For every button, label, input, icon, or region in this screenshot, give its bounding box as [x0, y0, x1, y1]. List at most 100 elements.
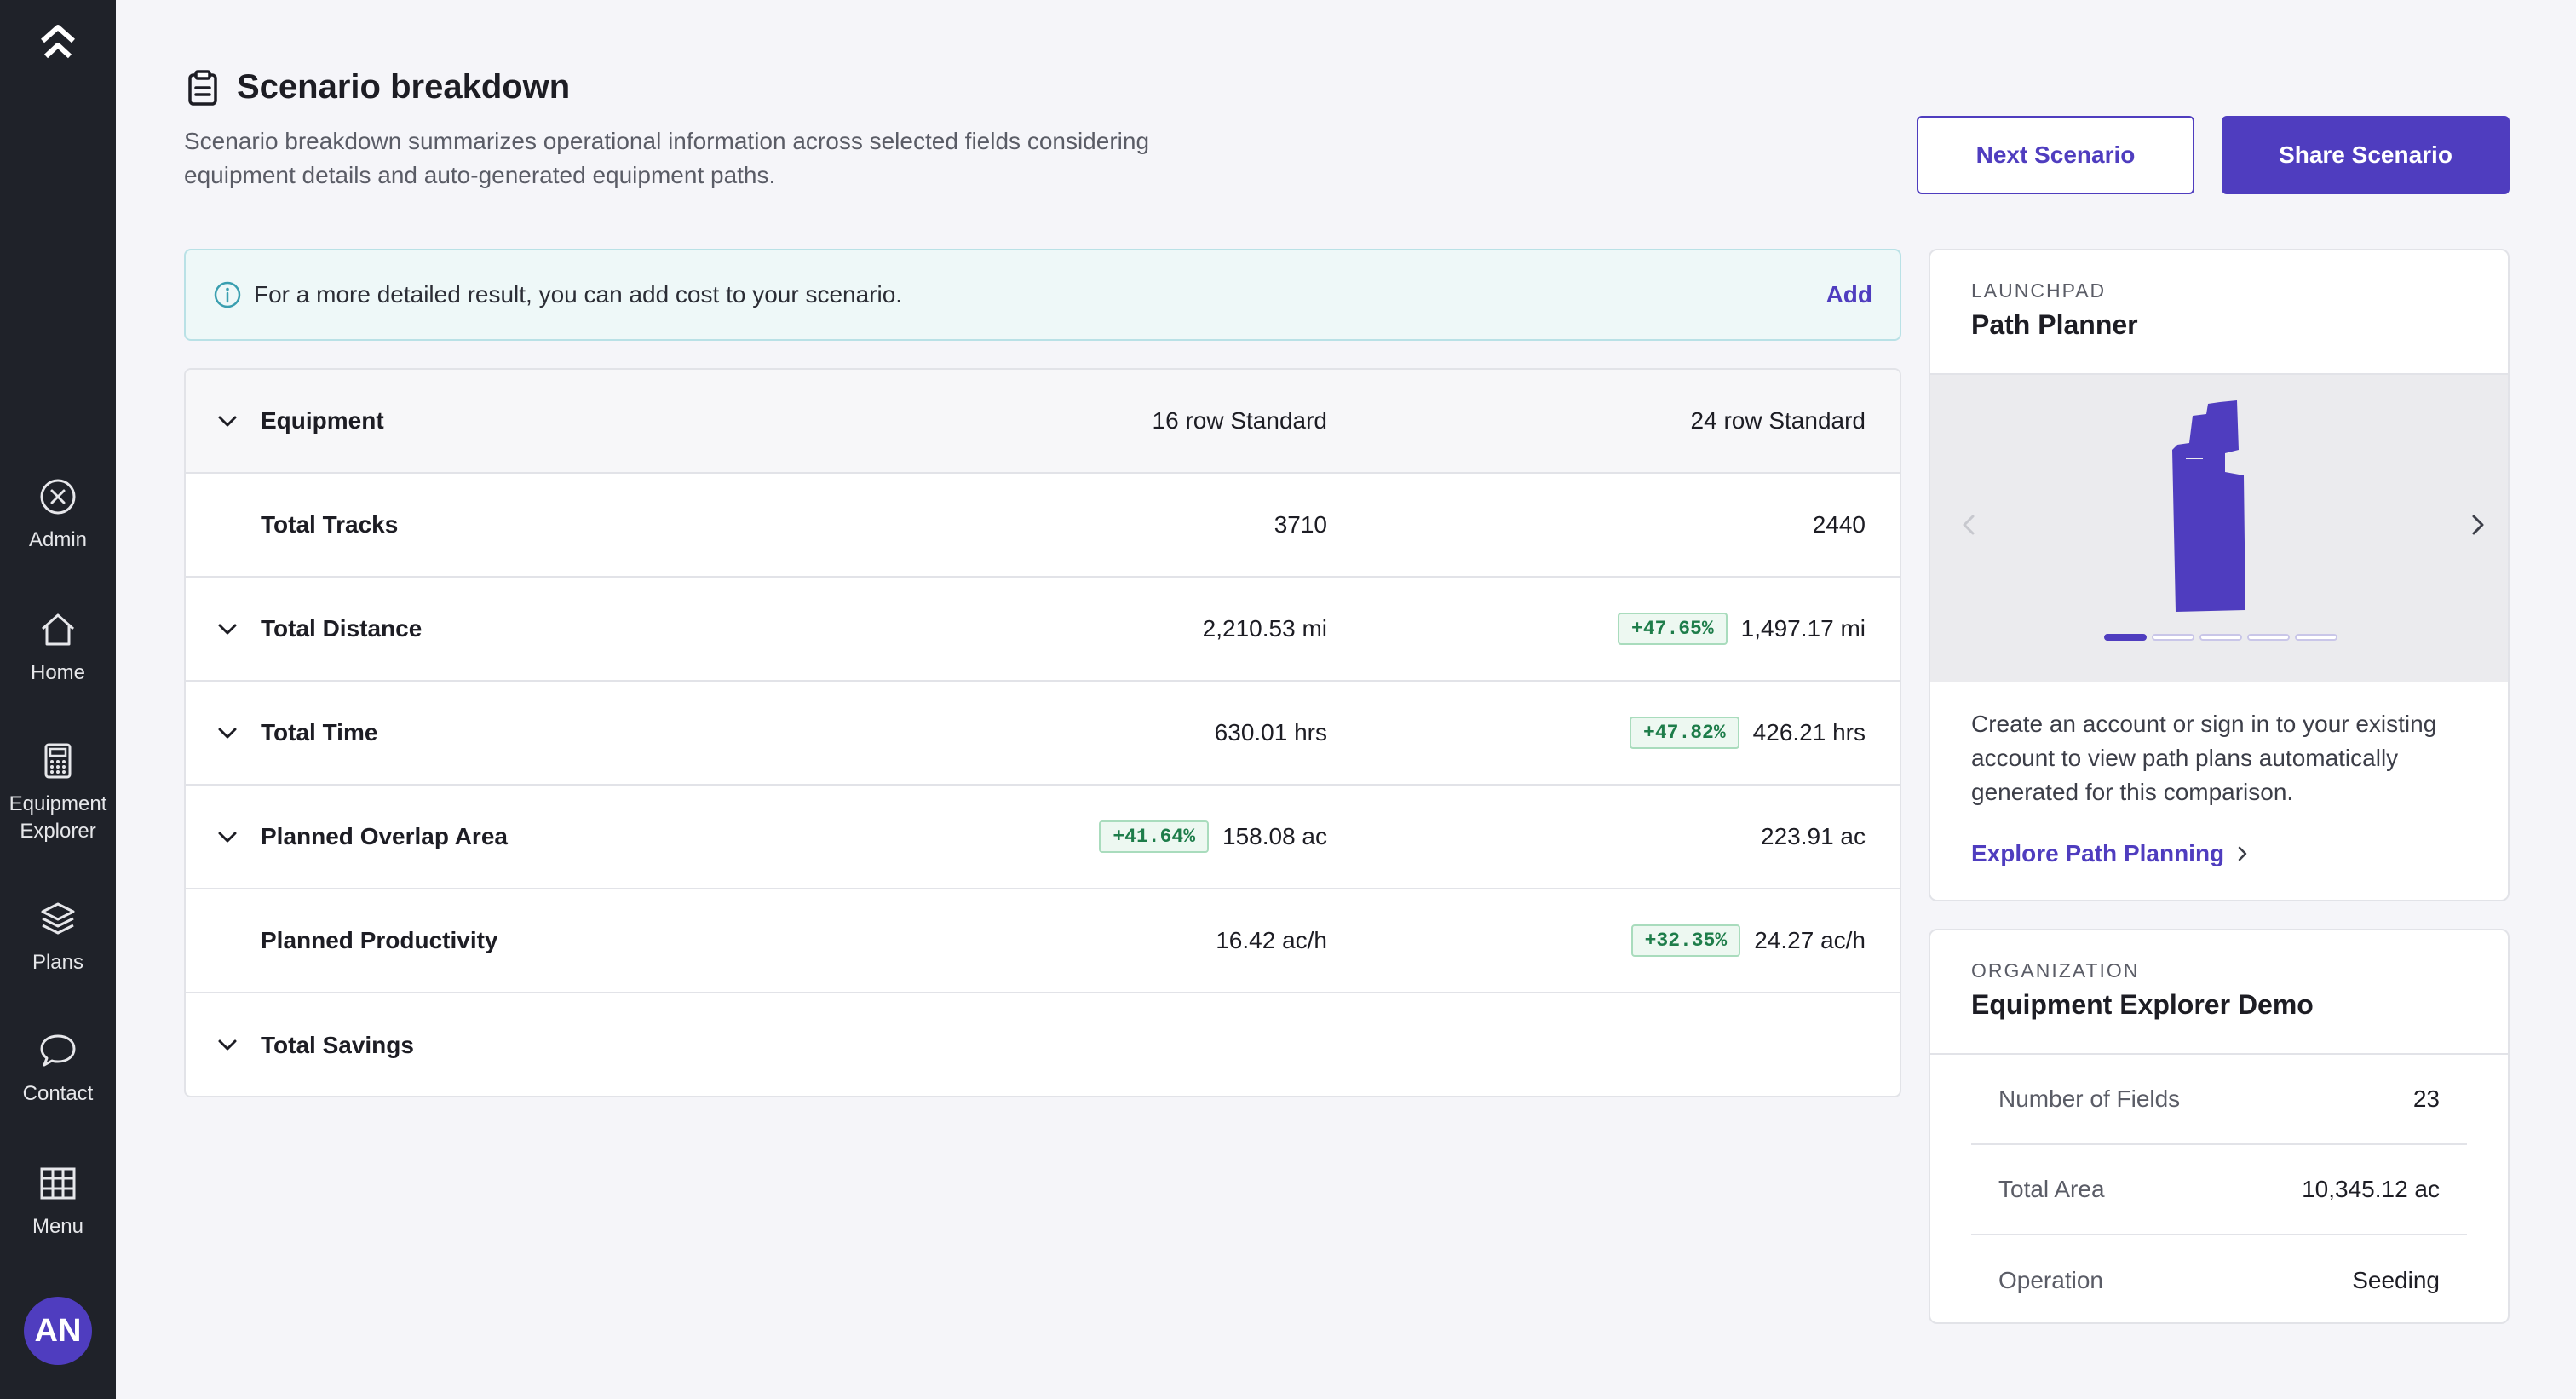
sidebar-item-admin[interactable]: Admin [0, 477, 116, 554]
percent-badge: +47.65% [1618, 613, 1728, 645]
carousel-indicator [2104, 634, 2343, 641]
card-title: Path Planner [1971, 309, 2138, 340]
sidebar-item-label: Menu [32, 1215, 84, 1238]
chevron-down-icon[interactable] [215, 409, 240, 435]
next-scenario-button[interactable]: Next Scenario [1917, 116, 2194, 194]
table-row[interactable]: Total Time 630.01 hrs +47.82% 426.21 hrs [186, 682, 1900, 786]
detail-value: Seeding [2352, 1267, 2440, 1293]
info-icon [214, 281, 241, 308]
card-kicker: ORGANIZATION [1971, 959, 2140, 982]
chevron-down-icon[interactable] [215, 721, 240, 746]
percent-badge: +41.64% [1099, 820, 1209, 853]
page-title: Scenario breakdown [237, 68, 571, 106]
detail-value: 10,345.12 ac [2302, 1176, 2440, 1202]
row-label: Total Time [261, 719, 378, 746]
layers-icon [41, 902, 75, 935]
cell-col-2: +47.82% 426.21 hrs [1630, 717, 1866, 749]
chevron-right-icon [2238, 846, 2247, 861]
row-label: Total Tracks [261, 511, 399, 538]
cell-value: 24 row Standard [1690, 407, 1866, 434]
sidebar-item-home[interactable]: Home [0, 610, 116, 687]
list-item: Operation Seeding [1971, 1235, 2467, 1322]
chevron-down-icon[interactable] [215, 617, 240, 642]
table-header-row[interactable]: Equipment 16 row Standard 24 row Standar… [186, 370, 1900, 474]
sidebar-item-label: Equipment Explorer [9, 792, 107, 843]
explore-path-planning-link[interactable]: Explore Path Planning [1971, 837, 2251, 871]
sidebar-item-label: Contact [22, 1082, 94, 1105]
cell-value: 630.01 hrs [1214, 719, 1327, 746]
close-circle-icon [40, 479, 76, 515]
sidebar: Admin Home Equipment Explorer Plans Cont… [0, 0, 116, 1399]
sidebar-item-label: Plans [32, 951, 84, 974]
info-banner: For a more detailed result, you can add … [184, 249, 1901, 341]
sidebar-item-contact[interactable]: Contact [0, 1031, 116, 1108]
cell-col-2: +32.35% 24.27 ac/h [1630, 924, 1866, 957]
grid-icon [40, 1167, 76, 1200]
cell-value: 158.08 ac [1222, 823, 1327, 849]
sidebar-item-menu[interactable]: Menu [0, 1164, 116, 1241]
scenario-table: Equipment 16 row Standard 24 row Standar… [184, 368, 1901, 1097]
banner-text: For a more detailed result, you can add … [254, 281, 903, 308]
card-title: Equipment Explorer Demo [1971, 989, 2314, 1020]
detail-value: 23 [2412, 1085, 2440, 1112]
carousel-dot[interactable] [2104, 634, 2147, 641]
card-header: LAUNCHPAD Path Planner [1930, 250, 2508, 375]
detail-label: Operation [1998, 1267, 2103, 1293]
carousel-dot[interactable] [2247, 634, 2290, 641]
app-logo-icon[interactable] [37, 22, 78, 61]
user-avatar[interactable]: AN [24, 1297, 92, 1365]
table-row: Total Tracks 3710 2440 [186, 474, 1900, 578]
sidebar-item-label: Admin [28, 528, 88, 551]
sidebar-item-label: Home [30, 661, 86, 684]
table-row[interactable]: Total Savings [186, 993, 1900, 1096]
cell-value: 16 row Standard [1152, 407, 1327, 434]
organization-details: Number of Fields 23 Total Area 10,345.12… [1930, 1055, 2508, 1322]
list-item: Total Area 10,345.12 ac [1971, 1145, 2467, 1235]
card-kicker: LAUNCHPAD [1971, 279, 2107, 302]
share-scenario-button[interactable]: Share Scenario [2222, 116, 2510, 194]
add-cost-link[interactable]: Add [1826, 281, 1872, 308]
carousel-dot[interactable] [2199, 634, 2242, 641]
launchpad-description: Create an account or sign in to your exi… [1971, 711, 2437, 805]
cell-value: 16.42 ac/h [1216, 927, 1327, 953]
row-label: Planned Productivity [261, 927, 498, 953]
calculator-icon [44, 743, 72, 779]
cell-col-2: 223.91 ac [1761, 823, 1866, 850]
row-label: Total Savings [261, 1032, 414, 1058]
chevron-left-icon[interactable] [1952, 508, 1987, 542]
percent-badge: +47.82% [1630, 717, 1739, 749]
row-label: Equipment [261, 407, 384, 434]
card-header: ORGANIZATION Equipment Explorer Demo [1930, 930, 2508, 1055]
cell-col-1: +41.64% 158.08 ac [1099, 820, 1327, 853]
path-planner-carousel [1930, 375, 2508, 682]
table-row[interactable]: Total Distance 2,210.53 mi +47.65% 1,497.… [186, 578, 1900, 682]
cell-value: 24.27 ac/h [1754, 927, 1866, 953]
cell-value: 1,497.17 mi [1740, 615, 1866, 642]
field-shape-illustration [2172, 400, 2245, 612]
carousel-dot[interactable] [2295, 634, 2337, 641]
cell-value: 2,210.53 mi [1202, 615, 1327, 642]
link-label: Explore Path Planning [1971, 840, 2225, 866]
cell-col-1: 2,210.53 mi [1203, 615, 1327, 642]
chat-bubble-icon [40, 1034, 76, 1067]
carousel-dot[interactable] [2152, 634, 2194, 641]
clipboard-icon [188, 69, 217, 106]
launchpad-card: LAUNCHPAD Path Planner Create an account… [1929, 249, 2510, 901]
sidebar-item-plans[interactable]: Plans [0, 900, 116, 976]
cell-col-2: 2440 [1813, 511, 1866, 538]
cell-col-2: +47.65% 1,497.17 mi [1618, 613, 1866, 645]
percent-badge: +32.35% [1630, 924, 1741, 957]
detail-label: Total Area [1998, 1176, 2105, 1202]
equipment-col-2: 24 row Standard [1691, 407, 1866, 435]
sidebar-item-equipment-explorer[interactable]: Equipment Explorer [0, 741, 116, 845]
row-label: Planned Overlap Area [261, 823, 508, 849]
chevron-down-icon[interactable] [215, 1033, 240, 1058]
equipment-col-1: 16 row Standard [1153, 407, 1327, 435]
list-item: Number of Fields 23 [1971, 1055, 2467, 1145]
chevron-right-icon[interactable] [2460, 508, 2494, 542]
table-row: Planned Productivity 16.42 ac/h +32.35% 2… [186, 889, 1900, 993]
table-row[interactable]: Planned Overlap Area +41.64% 158.08 ac 22… [186, 786, 1900, 889]
home-icon [42, 613, 74, 646]
chevron-down-icon[interactable] [215, 825, 240, 850]
cell-value: 426.21 hrs [1752, 719, 1866, 746]
